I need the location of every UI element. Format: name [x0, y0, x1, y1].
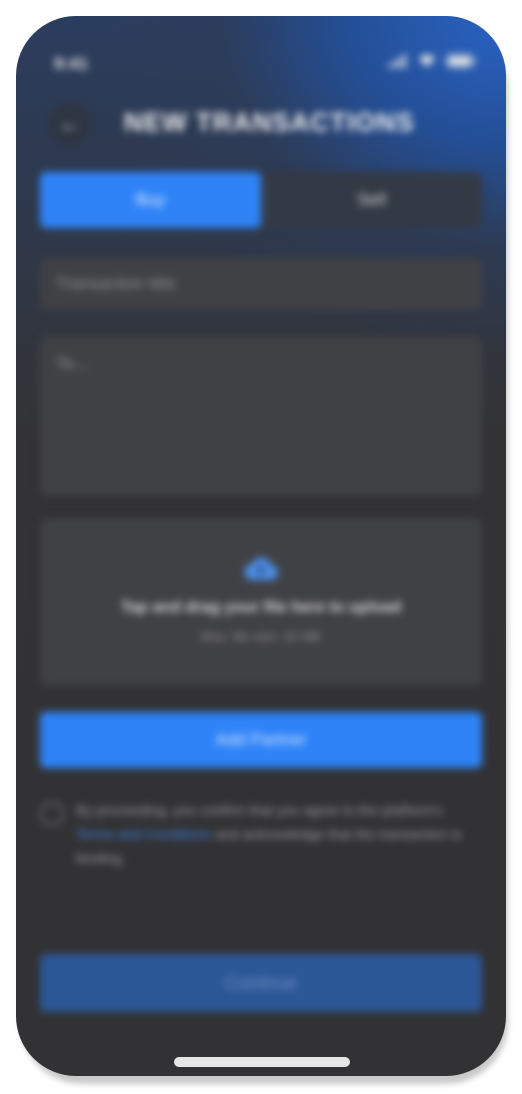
status-icons — [388, 54, 476, 73]
screen-content: 9:41 ← NEW TRANSACTIONS Buy Sell Transac… — [16, 16, 506, 1076]
file-upload-area[interactable]: Tap and drag your file here to upload Ma… — [40, 518, 482, 686]
home-indicator — [174, 1057, 350, 1067]
status-time: 9:41 — [54, 54, 89, 73]
consent-text: By proceeding, you confirm that you agre… — [76, 798, 482, 870]
wifi-icon — [418, 54, 436, 73]
signal-icon — [388, 54, 408, 73]
arrow-left-icon: ← — [59, 111, 81, 136]
segment-buy[interactable]: Buy — [40, 172, 261, 228]
page-title: NEW TRANSACTIONS — [124, 107, 415, 137]
phone-screen: 9:41 ← NEW TRANSACTIONS Buy Sell Transac… — [16, 16, 506, 1076]
add-partner-button[interactable]: Add Partner — [40, 712, 482, 768]
back-button[interactable]: ← — [48, 102, 92, 146]
upload-title: Tap and drag your file here to upload — [120, 599, 402, 616]
continue-button[interactable]: Continue — [40, 954, 482, 1012]
cloud-upload-icon — [243, 556, 279, 587]
battery-icon — [446, 54, 476, 73]
consent-text-before: By proceeding, you confirm that you agre… — [76, 802, 443, 818]
upload-subtitle: Max. file size: 25 MB — [201, 629, 321, 644]
consent-checkbox[interactable] — [40, 802, 64, 826]
transaction-title-input[interactable]: Transaction title — [40, 258, 482, 310]
buy-sell-toggle: Buy Sell — [40, 172, 482, 228]
terms-link[interactable]: Terms and Conditions — [76, 826, 211, 842]
segment-sell[interactable]: Sell — [261, 172, 482, 228]
recipient-input[interactable]: To... — [40, 336, 482, 496]
consent-row: By proceeding, you confirm that you agre… — [40, 798, 482, 870]
